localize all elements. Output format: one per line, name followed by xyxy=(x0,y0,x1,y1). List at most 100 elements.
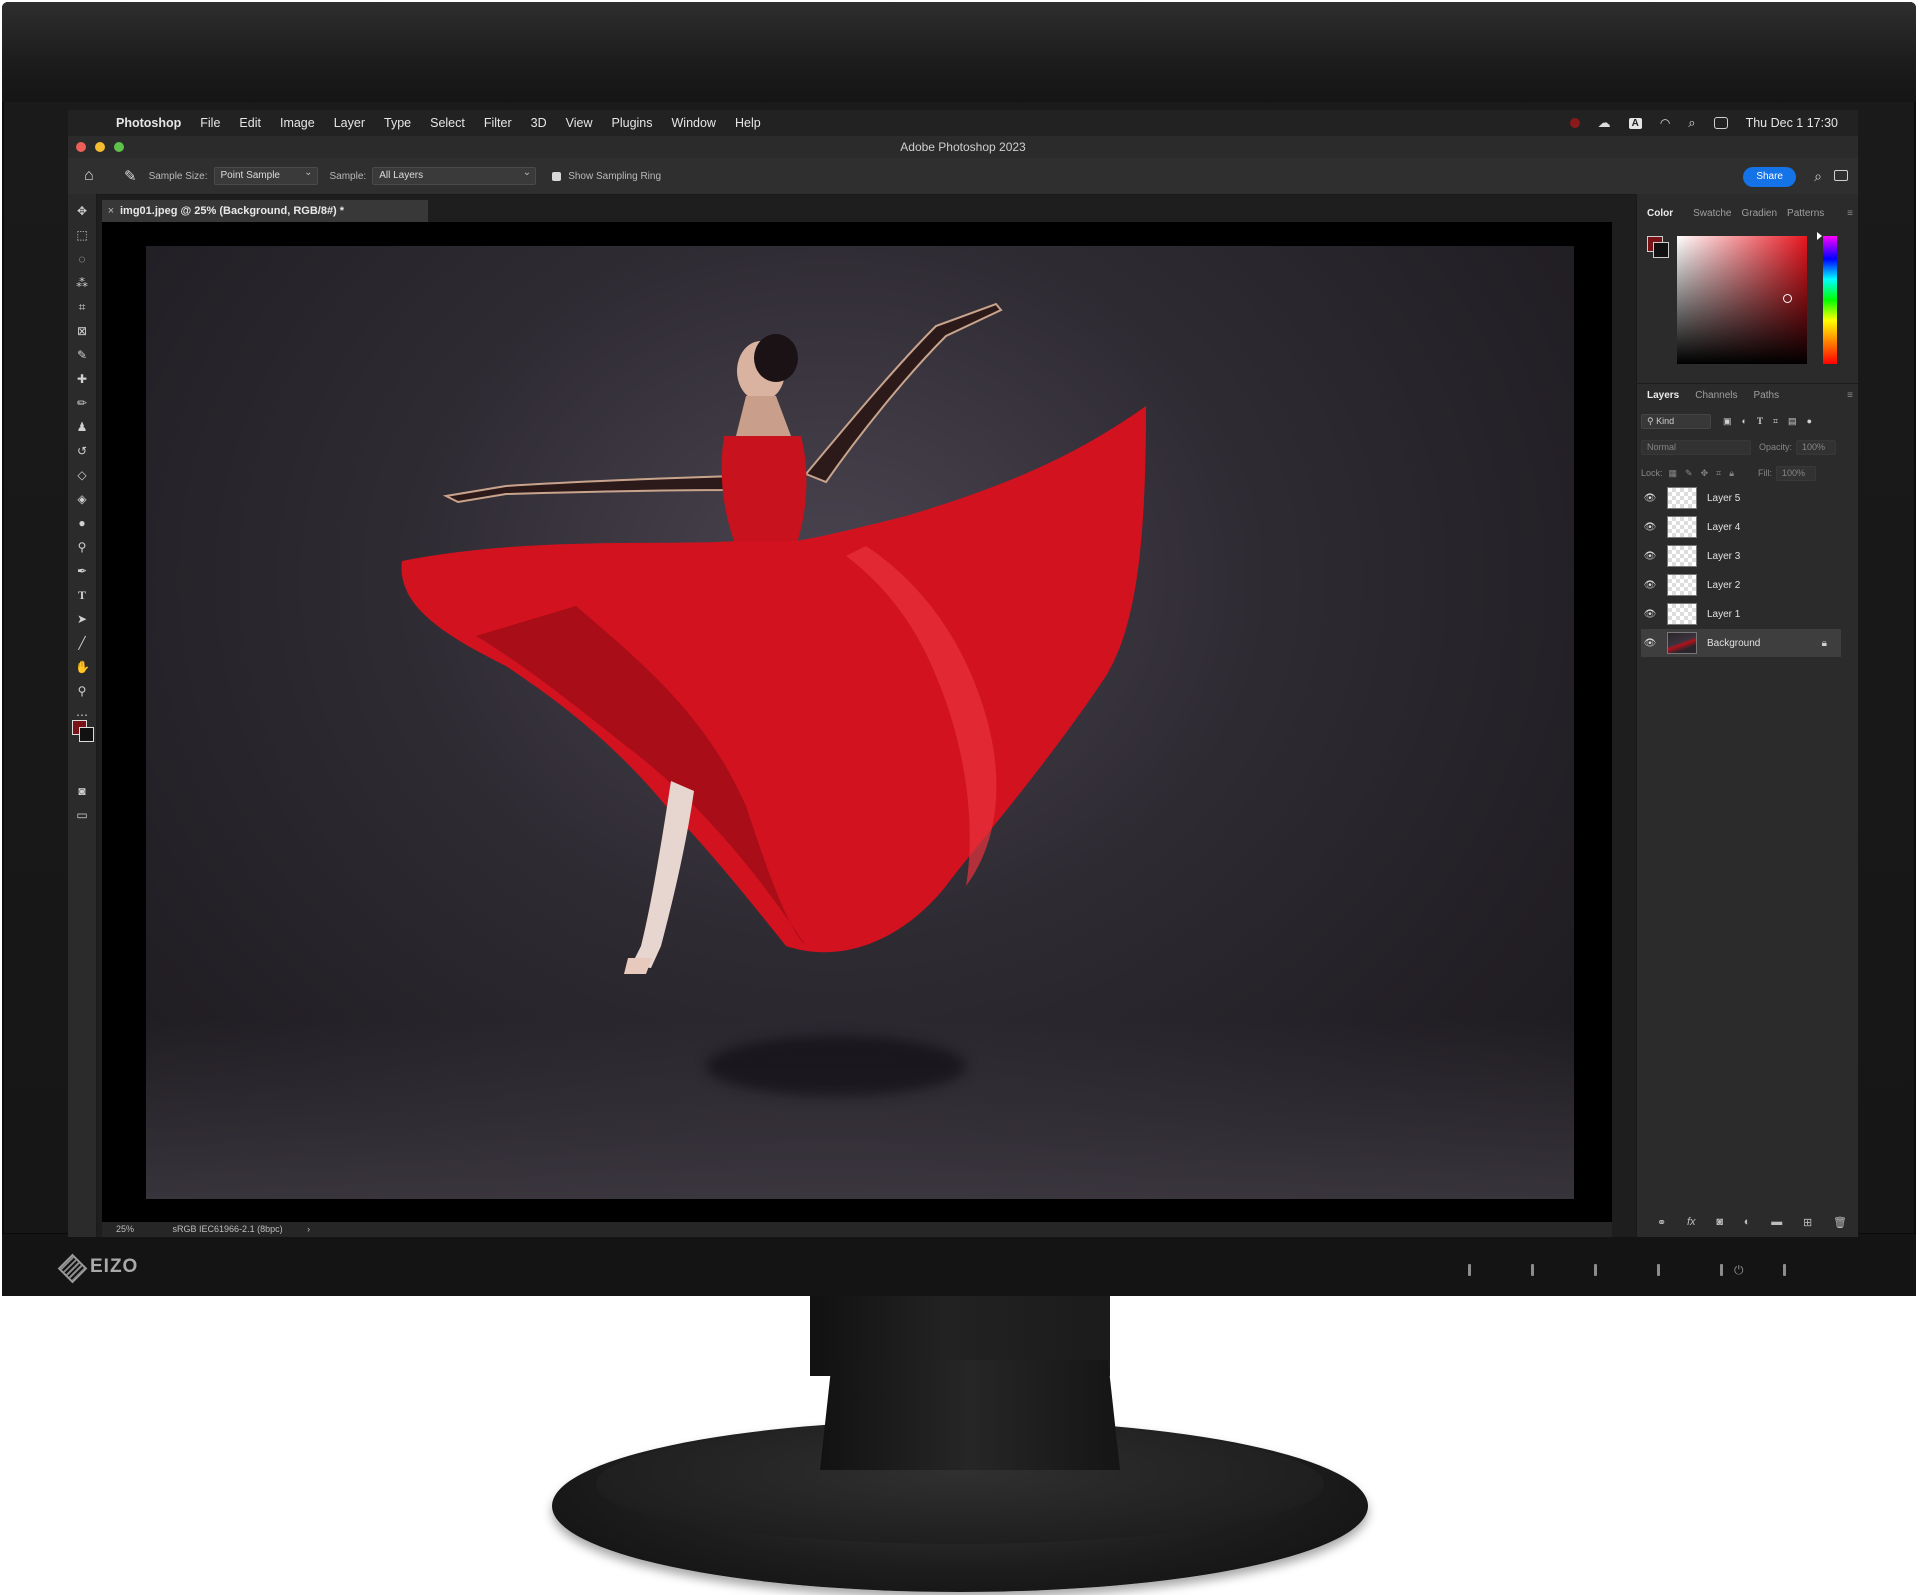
eyedropper-tool-icon[interactable]: ✎ xyxy=(75,348,89,362)
pen-tool-icon[interactable]: ✒ xyxy=(75,564,89,578)
paint-bucket-tool-icon[interactable]: ◈ xyxy=(75,492,89,506)
tab-paths[interactable]: Paths xyxy=(1754,390,1780,401)
menu-app-name[interactable]: Photoshop xyxy=(116,116,181,130)
zoom-level[interactable]: 25% xyxy=(116,1224,134,1234)
tab-gradients[interactable]: Gradien xyxy=(1741,208,1777,219)
menu-view[interactable]: View xyxy=(566,116,593,130)
tab-swatches[interactable]: Swatche xyxy=(1693,208,1731,219)
visibility-eye-icon[interactable]: 👁︎ xyxy=(1641,493,1659,504)
lock-image-icon[interactable]: ✎ xyxy=(1685,468,1693,479)
search-icon[interactable]: ⌕ xyxy=(1688,115,1695,131)
hardware-button[interactable] xyxy=(1657,1264,1660,1276)
minimize-window-icon[interactable] xyxy=(95,142,105,152)
lock-transparent-icon[interactable]: ▦ xyxy=(1669,468,1678,479)
visibility-eye-icon[interactable]: 👁︎ xyxy=(1641,609,1659,620)
menu-edit[interactable]: Edit xyxy=(239,116,261,130)
quick-mask-icon[interactable]: ◙ xyxy=(75,784,89,798)
lock-all-icon[interactable]: 🔒︎ xyxy=(1729,468,1734,479)
status-arrow-icon[interactable]: › xyxy=(307,1224,310,1234)
filter-type-icon[interactable]: T xyxy=(1757,416,1763,426)
hardware-button[interactable] xyxy=(1468,1264,1471,1276)
visibility-eye-icon[interactable]: 👁︎ xyxy=(1641,580,1659,591)
menu-help[interactable]: Help xyxy=(735,116,761,130)
menu-plugins[interactable]: Plugins xyxy=(612,116,653,130)
zoom-window-icon[interactable] xyxy=(114,142,124,152)
menu-3d[interactable]: 3D xyxy=(531,116,547,130)
menu-select[interactable]: Select xyxy=(430,116,465,130)
show-sampling-ring-checkbox[interactable] xyxy=(552,171,562,181)
filter-adjustment-icon[interactable]: ◐ xyxy=(1742,416,1747,426)
healing-brush-tool-icon[interactable]: ✚ xyxy=(75,372,89,386)
layer-row[interactable]: 👁︎ Layer 1 xyxy=(1641,600,1841,628)
menu-filter[interactable]: Filter xyxy=(484,116,512,130)
visibility-eye-icon[interactable]: 👁︎ xyxy=(1641,551,1659,562)
visibility-eye-icon[interactable]: 👁︎ xyxy=(1641,522,1659,533)
input-source-icon[interactable]: A xyxy=(1628,117,1642,129)
new-layer-icon[interactable]: ⊞ xyxy=(1803,1216,1812,1229)
close-tab-icon[interactable]: × xyxy=(102,200,120,222)
frame-tool-icon[interactable]: ⊠ xyxy=(75,324,89,338)
line-tool-icon[interactable]: ╱ xyxy=(75,636,89,650)
hardware-button[interactable] xyxy=(1783,1264,1786,1276)
clone-stamp-tool-icon[interactable]: ♟ xyxy=(75,420,89,434)
panel-menu-icon[interactable]: ≡ xyxy=(1847,390,1853,401)
layer-kind-filter[interactable]: ⚲ Kind xyxy=(1641,413,1711,429)
creative-cloud-icon[interactable]: ☁ xyxy=(1598,115,1611,131)
menu-layer[interactable]: Layer xyxy=(334,116,365,130)
hardware-button[interactable] xyxy=(1720,1264,1723,1276)
opacity-input[interactable]: 100% xyxy=(1796,439,1837,455)
close-window-icon[interactable] xyxy=(76,142,86,152)
wifi-icon[interactable]: ◠ xyxy=(1660,116,1670,130)
magic-wand-tool-icon[interactable]: ⁂ xyxy=(75,276,89,290)
layer-row[interactable]: 👁︎ Layer 2 xyxy=(1641,571,1841,599)
blur-tool-icon[interactable]: ● xyxy=(75,516,89,530)
add-mask-icon[interactable]: ◙ xyxy=(1716,1216,1723,1229)
hardware-button[interactable] xyxy=(1531,1264,1534,1276)
menu-window[interactable]: Window xyxy=(672,116,716,130)
layer-row[interactable]: 👁︎ Layer 3 xyxy=(1641,542,1841,570)
home-icon[interactable]: ⌂ xyxy=(84,167,106,185)
filter-pixel-icon[interactable]: ▣ xyxy=(1723,416,1732,427)
menu-image[interactable]: Image xyxy=(280,116,315,130)
background-color-swatch[interactable] xyxy=(79,727,94,742)
lasso-tool-icon[interactable]: ◌ xyxy=(75,252,89,266)
lock-artboard-icon[interactable]: ⌗ xyxy=(1716,468,1721,479)
hue-slider[interactable] xyxy=(1823,236,1837,364)
filter-toggle-icon[interactable]: ● xyxy=(1807,416,1812,426)
dodge-tool-icon[interactable]: ⚲ xyxy=(75,540,89,554)
tab-patterns[interactable]: Patterns xyxy=(1787,208,1824,219)
tab-color[interactable]: Color xyxy=(1647,208,1673,219)
crop-tool-icon[interactable]: ⌗ xyxy=(75,300,89,314)
hardware-button[interactable] xyxy=(1594,1264,1597,1276)
eraser-tool-icon[interactable]: ◇ xyxy=(75,468,89,482)
control-center-icon[interactable] xyxy=(1713,117,1728,129)
record-icon[interactable] xyxy=(1569,118,1580,128)
eyedropper-tool-icon[interactable]: ✎ xyxy=(124,167,137,185)
delete-layer-icon[interactable]: 🗑︎ xyxy=(1833,1216,1847,1229)
adjustment-layer-icon[interactable]: ◐ xyxy=(1744,1216,1751,1229)
tab-layers[interactable]: Layers xyxy=(1647,390,1679,401)
layer-row[interactable]: 👁︎ Layer 5 xyxy=(1641,484,1841,512)
layer-style-icon[interactable]: fx xyxy=(1687,1216,1696,1229)
document-tab[interactable]: × img01.jpeg @ 25% (Background, RGB/8#) * xyxy=(102,200,428,222)
layer-row[interactable]: 👁︎ Layer 4 xyxy=(1641,513,1841,541)
menu-type[interactable]: Type xyxy=(384,116,411,130)
hand-tool-icon[interactable]: ✋ xyxy=(75,660,90,674)
workspace-icon[interactable] xyxy=(1834,170,1848,181)
visibility-eye-icon[interactable]: 👁︎ xyxy=(1641,638,1659,649)
canvas-area[interactable] xyxy=(102,222,1612,1222)
blend-mode-select[interactable]: Normal xyxy=(1641,439,1751,455)
sample-select[interactable]: All Layers xyxy=(372,165,537,185)
link-layers-icon[interactable]: ⚭ xyxy=(1657,1216,1666,1229)
menu-file[interactable]: File xyxy=(200,116,220,130)
brush-tool-icon[interactable]: ✏ xyxy=(75,396,89,410)
new-group-icon[interactable]: ▬ xyxy=(1771,1216,1782,1229)
zoom-tool-icon[interactable]: ⚲ xyxy=(75,684,89,698)
menu-clock[interactable]: Thu Dec 1 17:30 xyxy=(1746,116,1838,130)
panel-background-swatch[interactable] xyxy=(1653,242,1669,258)
layer-row-selected[interactable]: 👁︎ Background 🔒︎ xyxy=(1641,629,1841,657)
panel-menu-icon[interactable]: ≡ xyxy=(1847,208,1853,219)
screen-mode-icon[interactable]: ▭ xyxy=(75,808,89,822)
history-brush-tool-icon[interactable]: ↺ xyxy=(75,444,89,458)
filter-shape-icon[interactable]: ⌗ xyxy=(1773,416,1778,427)
